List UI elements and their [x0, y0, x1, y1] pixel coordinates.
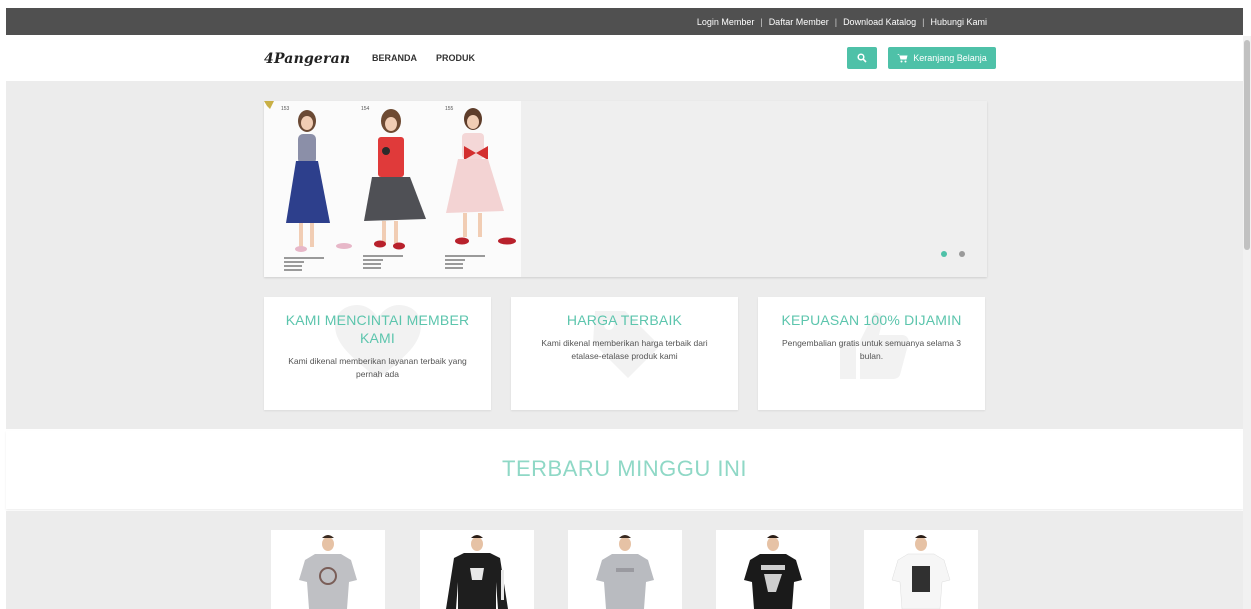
- slide-code: 155: [445, 106, 454, 112]
- product-card[interactable]: [864, 530, 978, 609]
- latest-section-header: TERBARU MINGGU INI: [6, 431, 1243, 509]
- product-image: [744, 535, 802, 609]
- scrollbar-thumb[interactable]: [1244, 40, 1250, 250]
- separator: |: [922, 17, 925, 27]
- product-card[interactable]: [420, 530, 534, 609]
- search-button[interactable]: [847, 47, 877, 69]
- feature-card-satisfaction: KEPUASAN 100% DIJAMIN Pengembalian grati…: [758, 297, 985, 410]
- separator: |: [760, 17, 763, 27]
- nav-products[interactable]: PRODUK: [436, 53, 475, 63]
- product-card[interactable]: [716, 530, 830, 609]
- slide-code: 153: [281, 106, 290, 112]
- feature-title: HARGA TERBAIK: [566, 312, 683, 328]
- feature-card-price: HARGA TERBAIK Kami dikenal memberikan ha…: [511, 297, 738, 410]
- slide-code: 154: [361, 106, 370, 112]
- nav-home[interactable]: BERANDA: [372, 53, 417, 63]
- product-image: [596, 535, 654, 609]
- feature-title: KEPUASAN 100% DIJAMIN: [781, 312, 962, 328]
- latest-title: TERBARU MINGGU INI: [502, 456, 747, 481]
- product-image: [299, 535, 357, 609]
- slider-dot-1[interactable]: [941, 251, 947, 257]
- product-image: [446, 535, 508, 609]
- top-links: Login Member | Daftar Member | Download …: [697, 17, 987, 27]
- cart-icon: [897, 54, 908, 63]
- product-card[interactable]: [568, 530, 682, 609]
- feature-card-members: KAMI MENCINTAI MEMBER KAMI Kami dikenal …: [264, 297, 491, 410]
- site-logo[interactable]: 4Pangeran: [264, 51, 350, 67]
- contact-us-link[interactable]: Hubungi Kami: [930, 17, 987, 27]
- feature-text: Kami dikenal memberikan harga terbaik da…: [541, 338, 708, 361]
- feature-text: Pengembalian gratis untuk semuanya selam…: [781, 338, 962, 361]
- top-bar: Login Member | Daftar Member | Download …: [6, 8, 1243, 35]
- product-card[interactable]: [271, 530, 385, 609]
- slider-dots: [941, 251, 965, 257]
- product-image: [891, 535, 951, 609]
- login-member-link[interactable]: Login Member: [697, 17, 755, 27]
- feature-title: KAMI MENCINTAI MEMBER KAMI: [285, 312, 470, 346]
- kids-dress-photo: 153 154 155: [264, 101, 516, 271]
- register-member-link[interactable]: Daftar Member: [769, 17, 829, 27]
- slide-image: 153 154 155: [264, 101, 521, 277]
- main-nav: BERANDA PRODUK: [372, 53, 475, 63]
- feature-text: Kami dikenal memberikan layanan terbaik …: [288, 356, 467, 379]
- slider-dot-2[interactable]: [959, 251, 965, 257]
- search-icon: [857, 53, 867, 63]
- cart-button[interactable]: Keranjang Belanja: [888, 47, 996, 69]
- separator: |: [834, 17, 838, 27]
- cart-label: Keranjang Belanja: [913, 53, 987, 63]
- download-catalog-link[interactable]: Download Katalog: [843, 17, 916, 27]
- main-navbar: 4Pangeran BERANDA PRODUK Keranjang Belan…: [6, 35, 1243, 81]
- image-slider[interactable]: 153 154 155: [264, 101, 987, 277]
